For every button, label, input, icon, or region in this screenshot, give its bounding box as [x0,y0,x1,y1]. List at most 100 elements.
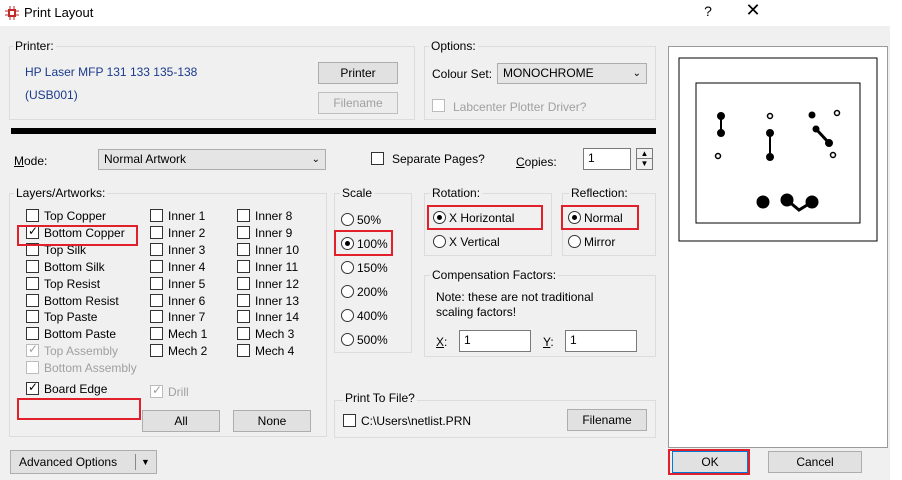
layer-mech-4-checkbox[interactable] [237,344,250,358]
layer-inner-13-label: Inner 13 [255,293,300,308]
layer-inner-6-checkbox[interactable] [150,293,163,307]
spin-down-icon[interactable]: ▼ [637,159,652,169]
rotation-x-vertical-radio[interactable] [433,235,446,248]
layer-bottom-silk-checkbox[interactable] [26,259,39,273]
pcb-preview [678,57,878,242]
advanced-options-button[interactable]: Advanced Options ▼ [10,450,157,474]
layer-inner-6-label: Inner 6 [168,293,206,308]
layer-top-copper-checkbox[interactable] [26,209,39,222]
x-factor-input[interactable]: 1 [459,330,531,352]
close-button[interactable]: ✕ [738,0,768,21]
print-to-file-checkbox[interactable] [343,414,356,427]
layer-inner-7-checkbox[interactable] [150,310,163,324]
rotation-x-horizontal-radio[interactable] [433,211,446,224]
compensation-note-1: Note: these are not traditional [436,290,594,304]
colour-set-label: Colour Set: [432,67,493,81]
layer-inner-8-checkbox[interactable] [237,209,250,222]
scale-100pct-radio[interactable] [341,237,354,250]
copies-label: Copies: [516,155,557,169]
radio-dot-icon [572,215,577,220]
reflection-normal-label: Normal [584,211,623,225]
select-none-button[interactable]: None [233,410,311,432]
ok-button[interactable]: OK [672,451,748,473]
layer-inner-13-checkbox[interactable] [237,293,250,307]
layer-bottom-copper-checkbox[interactable]: ✓ [26,224,39,239]
layer-bottom-silk-label: Bottom Silk [44,259,105,274]
divider [11,128,656,134]
compensation-group-label: Compensation Factors: [430,268,559,282]
print-to-file-label: Print To File? [343,391,417,405]
reflection-normal-radio[interactable] [568,211,581,224]
layers-group-label: Layers/Artworks: [14,186,108,200]
separate-pages-checkbox[interactable] [371,152,384,165]
print-preview-panel [668,46,888,448]
layer-inner-10-checkbox[interactable] [237,242,250,256]
rotation-x-horizontal-label: X Horizontal [449,211,515,225]
colour-set-select[interactable]: MONOCHROME ⌄ [497,63,647,84]
print-to-file-filename-button[interactable]: Filename [567,409,647,431]
y-factor-input[interactable]: 1 [565,330,637,352]
printer-filename-button[interactable]: Filename [318,92,398,114]
layer-bottom-resist-label: Bottom Resist [44,293,119,308]
select-all-button[interactable]: All [142,410,220,432]
scale-200pct-radio[interactable] [341,285,354,298]
print-to-file-path: C:\Users\netlist.PRN [361,414,472,428]
layer-bottom-paste-label: Bottom Paste [44,327,117,342]
layer-bottom-paste-checkbox[interactable] [26,327,39,341]
layer-inner-8-label: Inner 8 [255,209,293,223]
radio-dot-icon [437,215,442,220]
layer-inner-14-checkbox[interactable] [237,310,250,324]
scale-100pct-label: 100% [357,237,388,251]
layer-bottom-copper-label: Bottom Copper [44,225,125,240]
layer-bottom-assembly-checkbox[interactable] [26,361,39,375]
layer-inner-10-label: Inner 10 [255,242,300,257]
copies-spinner[interactable]: ▲ ▼ [636,148,653,170]
layer-top-paste-label: Top Paste [44,310,98,325]
layer-top-silk-checkbox[interactable] [26,242,39,256]
reflection-mirror-radio[interactable] [568,235,581,248]
plotter-driver-checkbox[interactable] [432,99,445,112]
layer-mech-3-checkbox[interactable] [237,327,250,341]
scale-150pct-radio[interactable] [341,261,354,274]
layer-inner-2-label: Inner 2 [168,225,206,240]
layer-mech-2-label: Mech 2 [168,344,208,359]
layer-inner-1-checkbox[interactable] [150,209,163,222]
scale-group-label: Scale [340,186,375,200]
layer-inner-3-checkbox[interactable] [150,242,163,256]
layer-inner-4-checkbox[interactable] [150,259,163,273]
layer-inner-4-label: Inner 4 [168,259,206,274]
layer-bottom-assembly-label: Bottom Assembly [44,361,137,376]
layer-top-assembly-checkbox[interactable]: ✓ [26,342,39,358]
scale-50pct-radio[interactable] [341,213,354,226]
scale-400pct-radio[interactable] [341,309,354,322]
printer-name: HP Laser MFP 131 133 135-138 [25,65,198,79]
scale-150pct-label: 150% [357,261,388,275]
layer-board-edge-checkbox[interactable]: ✓ [26,380,39,395]
help-button[interactable]: ? [698,3,718,19]
layer-bottom-resist-checkbox[interactable] [26,293,39,307]
layer-mech-1-checkbox[interactable] [150,327,163,341]
cancel-button[interactable]: Cancel [768,451,862,473]
layer-inner-5-label: Inner 5 [168,276,206,291]
copies-input[interactable]: 1 [583,148,631,170]
scale-200pct-label: 200% [357,285,388,299]
printer-button[interactable]: Printer [318,62,398,84]
scale-500pct-radio[interactable] [341,333,354,346]
layer-inner-2-checkbox[interactable] [150,225,163,239]
layer-inner-12-checkbox[interactable] [237,276,250,290]
layer-inner-11-checkbox[interactable] [237,259,250,273]
layer-inner-9-checkbox[interactable] [237,225,250,239]
layer-mech-2-checkbox[interactable] [150,344,163,358]
mode-select[interactable]: Normal Artwork ⌄ [98,149,326,170]
layer-top-paste-checkbox[interactable] [26,310,39,324]
layer-inner-11-label: Inner 11 [255,259,299,274]
spin-up-icon[interactable]: ▲ [637,149,652,159]
layer-top-resist-checkbox[interactable] [26,276,39,290]
layer-top-silk-label: Top Silk [44,242,87,257]
mode-label: Mode: [14,154,48,168]
plotter-driver-label: Labcenter Plotter Driver? [453,100,587,114]
checkmark-icon: ✓ [28,342,39,357]
layer-inner-5-checkbox[interactable] [150,276,163,290]
radio-dot-icon [345,241,350,246]
drill-checkbox[interactable]: ✓ [150,383,163,398]
